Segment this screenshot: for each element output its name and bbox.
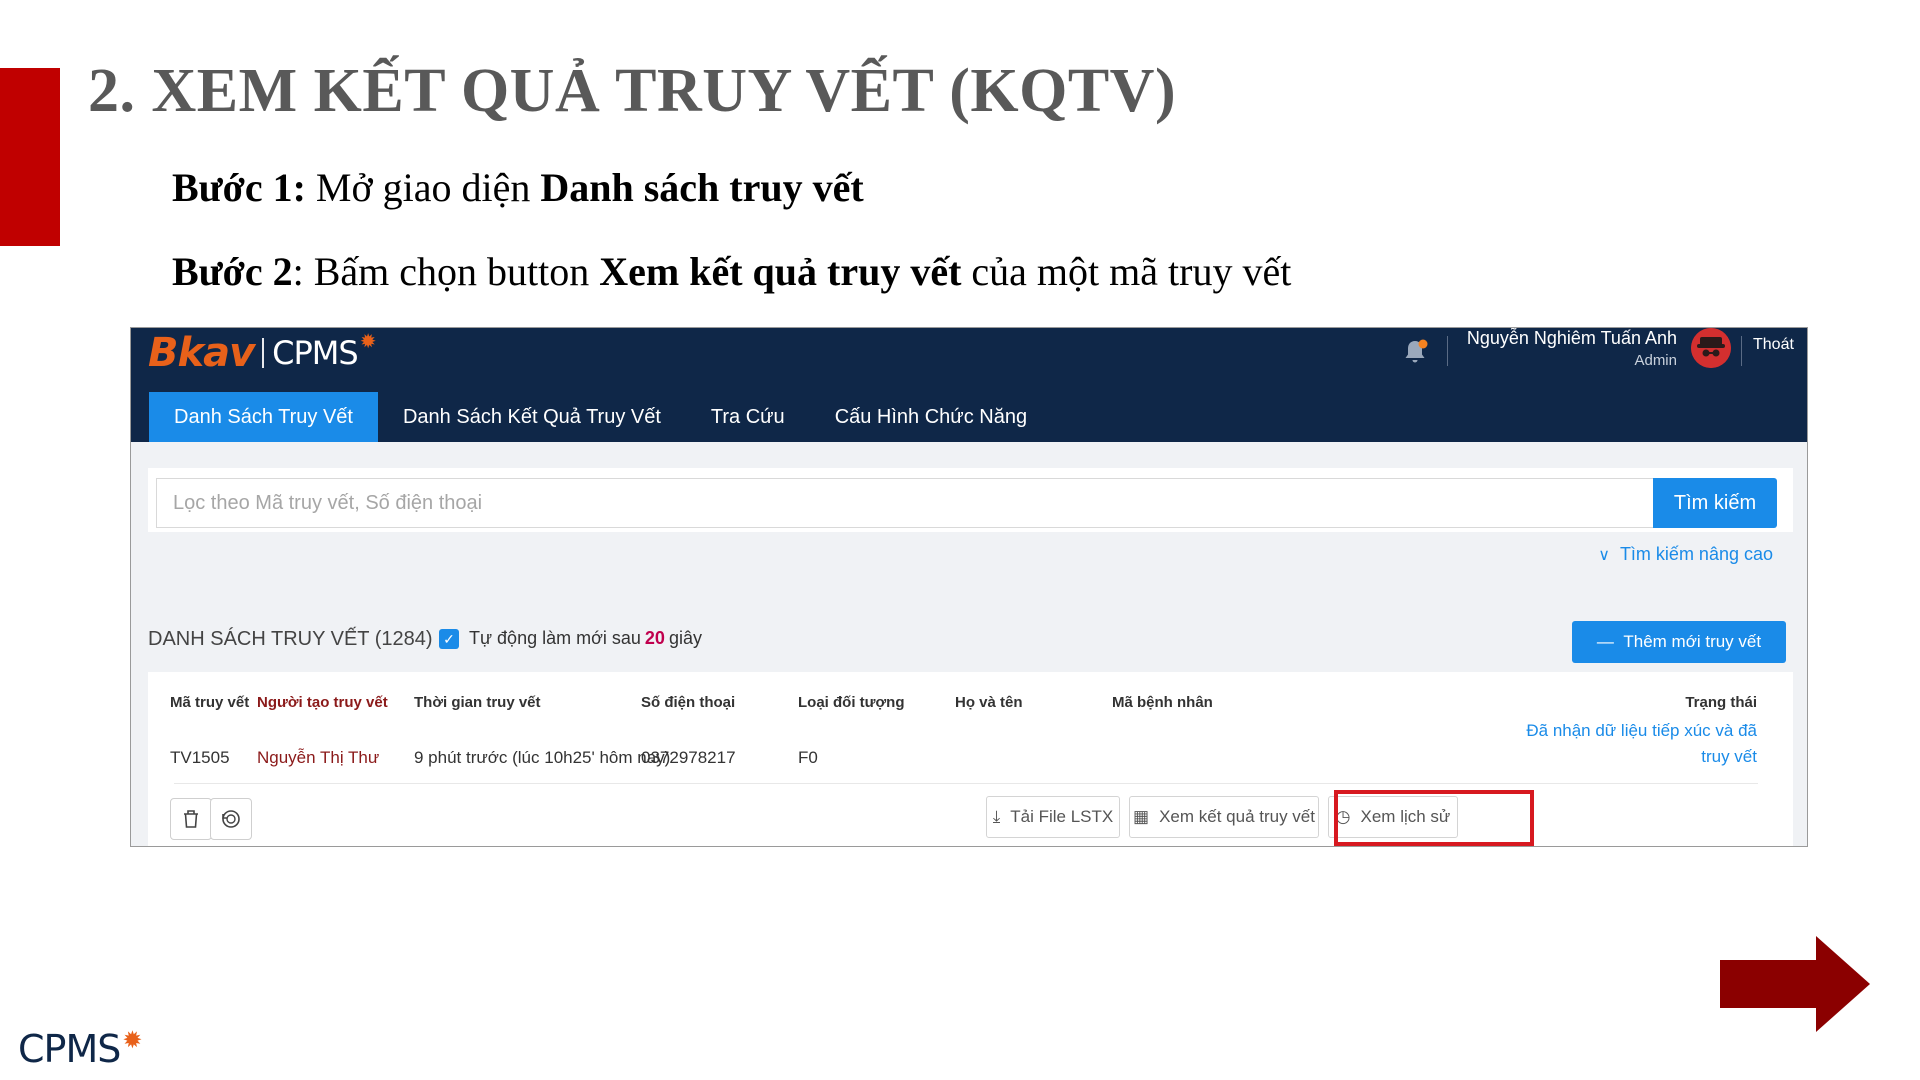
cell-trang-thai[interactable]: Đã nhận dữ liệu tiếp xúc và đã truy vết [1497,718,1757,770]
step-2-text-b: của một mã truy vết [961,249,1292,294]
highlight-box [1334,790,1534,846]
sun-icon: ✹ [359,330,377,353]
step-1-text: Mở giao diện [305,165,541,210]
add-trace-button[interactable]: — Thêm mới truy vết [1572,621,1786,663]
step-2-bold: Xem kết quả truy vết [599,249,962,294]
accent-bar [0,68,60,246]
column-header[interactable]: Mã truy vết [170,694,249,711]
trash-icon [184,810,198,828]
download-label: Tải File LSTX [1010,807,1114,826]
minus-icon: — [1596,632,1614,651]
cell-nguoi-tao: Nguyễn Thị Thư [257,748,380,767]
bell-icon[interactable] [1399,336,1431,368]
auto-refresh-seconds: 20 [644,628,665,648]
advanced-search-label: Tìm kiếm nâng cao [1619,544,1773,564]
step-2-text-a: : Bấm chọn button [292,249,600,294]
slide: 2. XEM KẾT QUẢ TRUY VẾT (KQTV) Bước 1: M… [0,0,1920,1080]
logo-separator [262,338,265,368]
table-grid-icon: ▦ [1133,807,1150,826]
list-title: DANH SÁCH TRUY VẾT (1284) [148,628,433,650]
history-restore-icon [222,810,240,828]
bkav-cpms-logo[interactable]: Bkav CPMS ✹ [148,328,376,378]
column-header[interactable]: Mã bệnh nhân [1112,694,1213,711]
step-2-label: Bước 2 [172,249,293,294]
search-input[interactable]: Lọc theo Mã truy vết, Số điện thoại [156,478,1654,528]
search-button[interactable]: Tìm kiếm [1653,478,1777,528]
app-screenshot: Bkav CPMS ✹ Nguyễn Nghiêm Tuấn Anh Admin [130,327,1808,847]
logout-link[interactable]: Thoát [1753,336,1794,354]
cell-ma-truy-vet[interactable]: TV1505 [170,748,230,768]
header-divider [1741,336,1742,366]
user-role: Admin [1634,352,1677,369]
auto-refresh-prefix: Tự động làm mới sau [469,628,641,648]
auto-refresh-toggle[interactable]: ✓ Tự động làm mới sau 20 giây [439,628,702,649]
avatar[interactable] [1691,328,1731,368]
column-header[interactable]: Thời gian truy vết [414,694,541,711]
tab-tra-cuu[interactable]: Tra Cứu [686,392,810,442]
column-header[interactable]: Người tạo truy vết [257,694,388,711]
restore-button[interactable] [210,798,252,840]
step-1-bold: Danh sách truy vết [540,165,864,210]
column-header[interactable]: Trạng thái [1685,694,1757,711]
header-divider [1447,336,1448,366]
cell-so-dien-thoai: 0372978217 [641,748,736,767]
download-icon: ⤓ [992,807,1001,826]
tab-cau-hinh-chuc-nang[interactable]: Cấu Hình Chức Năng [810,392,1052,442]
cpms-logo: CPMS ✹ [18,1027,142,1071]
cpms-logo-text: CPMS [18,1027,121,1071]
column-header[interactable]: Họ và tên [955,694,1023,711]
delete-button[interactable] [170,798,212,840]
logo-bkav: Bkav [148,330,255,376]
logo-cpms: CPMS [272,334,359,372]
tab-danh-sach-ket-qua-truy-vet[interactable]: Danh Sách Kết Quả Truy Vết [378,392,686,442]
cell-thoi-gian: 9 phút trước (lúc 10h25' hôm nay) [414,748,671,767]
view-trace-result-button[interactable]: ▦ Xem kết quả truy vết [1129,796,1319,838]
column-header[interactable]: Số điện thoại [641,694,735,711]
row-divider [174,783,1758,784]
trace-table: Mã truy vết Người tạo truy vết Thời gian… [148,672,1793,846]
advanced-search-toggle[interactable]: ∨ Tìm kiếm nâng cao [1598,544,1773,565]
user-name: Nguyễn Nghiêm Tuấn Anh [1466,328,1677,348]
step-1: Bước 1: Mở giao diện Danh sách truy vết [172,164,864,211]
step-2: Bước 2: Bấm chọn button Xem kết quả truy… [172,248,1291,295]
add-trace-label: Thêm mới truy vết [1623,632,1762,651]
arrow-right-icon[interactable] [1720,936,1870,1032]
search-bar: Lọc theo Mã truy vết, Số điện thoại Tìm … [148,468,1793,532]
auto-refresh-suffix: giây [668,628,702,648]
download-lstx-button[interactable]: ⤓ Tải File LSTX [986,796,1120,838]
tab-danh-sach-truy-vet[interactable]: Danh Sách Truy Vết [149,392,378,442]
main-nav: Danh Sách Truy Vết Danh Sách Kết Quả Tru… [149,392,1052,442]
column-header[interactable]: Loại đối tượng [798,694,905,711]
slide-title: 2. XEM KẾT QUẢ TRUY VẾT (KQTV) [88,57,1177,125]
sun-icon: ✹ [122,1027,143,1054]
checkbox-checked-icon[interactable]: ✓ [439,628,459,649]
step-1-label: Bước 1: [172,165,306,210]
app-header: Bkav CPMS ✹ Nguyễn Nghiêm Tuấn Anh Admin [131,328,1807,442]
view-result-label: Xem kết quả truy vết [1159,807,1315,826]
cell-loai-doi-tuong: F0 [798,748,818,767]
chevron-down-icon: ∨ [1598,546,1610,564]
